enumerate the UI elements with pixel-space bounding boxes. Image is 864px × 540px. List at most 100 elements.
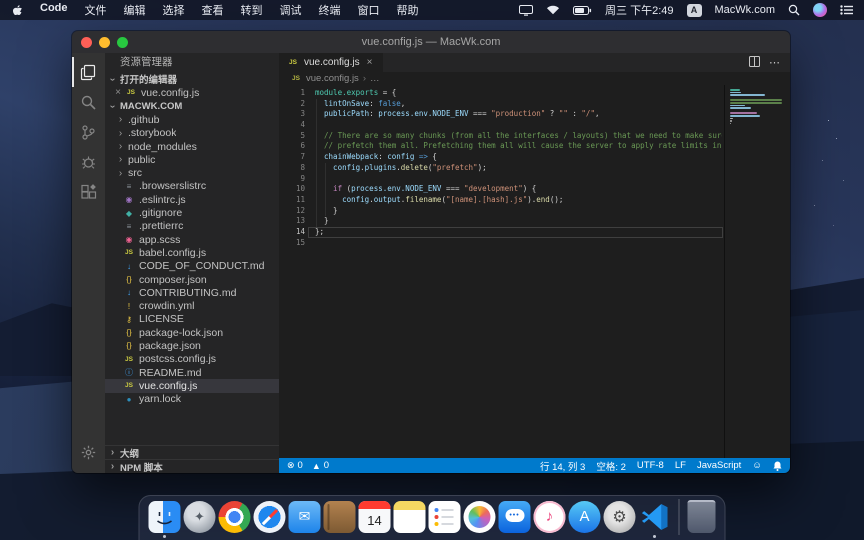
- window-titlebar[interactable]: vue.config.js — MacWk.com: [72, 31, 790, 53]
- file-yarn.lock[interactable]: ●yarn.lock: [105, 393, 279, 406]
- status-segment-0[interactable]: 行 14, 列 3: [540, 459, 585, 473]
- split-editor-icon[interactable]: [749, 54, 760, 72]
- file-.eslintrc.js[interactable]: ◉.eslintrc.js: [105, 193, 279, 206]
- file-package.json[interactable]: {}package.json: [105, 339, 279, 352]
- md-file-icon: ↓: [123, 262, 135, 271]
- siri-icon[interactable]: [813, 3, 827, 17]
- code-line-7: chainWebpack: config => {: [315, 152, 722, 163]
- dock-appstore-icon[interactable]: A: [569, 501, 601, 533]
- dock-notes-icon[interactable]: [394, 501, 426, 533]
- open-editors-section-header[interactable]: › 打开的编辑器: [105, 72, 279, 86]
- file-CODE_OF_CONDUCT.md[interactable]: ↓CODE_OF_CONDUCT.md: [105, 260, 279, 273]
- input-method-icon[interactable]: A: [687, 4, 702, 17]
- feedback-smiley-icon[interactable]: ☺: [752, 460, 762, 471]
- close-window-button[interactable]: [81, 37, 92, 48]
- npm-scripts-section-header[interactable]: › NPM 脚本: [105, 459, 279, 473]
- display-icon[interactable]: [519, 5, 533, 16]
- tab-vue-config-js[interactable]: JS vue.config.js ×: [279, 53, 383, 72]
- notification-center-icon[interactable]: [840, 5, 853, 15]
- folder-name: .storybook: [128, 127, 176, 139]
- file-app.scss[interactable]: ◉app.scss: [105, 233, 279, 246]
- file-crowdin.yml[interactable]: !crowdin.yml: [105, 299, 279, 312]
- minimize-window-button[interactable]: [99, 37, 110, 48]
- folder-src[interactable]: ›src: [105, 166, 279, 179]
- search-activity-button[interactable]: [72, 87, 105, 117]
- menu-Code[interactable]: Code: [40, 2, 68, 18]
- status-segment-1[interactable]: 空格: 2: [596, 459, 626, 473]
- file-.gitignore[interactable]: ◆.gitignore: [105, 206, 279, 219]
- folder-node_modules[interactable]: ›node_modules: [105, 140, 279, 153]
- activity-bar: [72, 53, 105, 473]
- dock-messages-icon[interactable]: [499, 501, 531, 533]
- file-.prettierrc[interactable]: ≡.prettierrc: [105, 220, 279, 233]
- close-icon[interactable]: ×: [113, 87, 123, 98]
- status-segment-3[interactable]: LF: [675, 460, 686, 471]
- breadcrumb[interactable]: JS vue.config.js › …: [279, 72, 790, 85]
- dock-reminders-icon[interactable]: [429, 501, 461, 533]
- open-editor-item[interactable]: × JS vue.config.js: [105, 86, 279, 99]
- dock-music-icon[interactable]: ♪: [534, 501, 566, 533]
- menu-编辑[interactable]: 编辑: [124, 2, 146, 18]
- menu-选择[interactable]: 选择: [163, 2, 185, 18]
- notifications-bell-icon[interactable]: [773, 461, 782, 471]
- dock-trash-icon[interactable]: [688, 500, 716, 533]
- line-numbers: 123456789101112131415: [279, 88, 305, 248]
- menu-查看[interactable]: 查看: [202, 2, 224, 18]
- file-package-lock.json[interactable]: {}package-lock.json: [105, 326, 279, 339]
- close-tab-icon[interactable]: ×: [365, 57, 375, 68]
- git-file-icon: ◆: [123, 209, 135, 218]
- dock-settings-icon[interactable]: ⚙: [604, 501, 636, 533]
- file-composer.json[interactable]: {}composer.json: [105, 273, 279, 286]
- source-control-activity-button[interactable]: [72, 117, 105, 147]
- explorer-activity-button[interactable]: [72, 57, 105, 87]
- menu-文件[interactable]: 文件: [85, 2, 107, 18]
- dock-calendar-icon[interactable]: 14: [359, 501, 391, 533]
- menu-bar-clock[interactable]: 周三 下午2:49: [605, 2, 673, 18]
- menu-帮助[interactable]: 帮助: [397, 2, 419, 18]
- file-.browserslistrc[interactable]: ≡.browserslistrc: [105, 180, 279, 193]
- file-CONTRIBUTING.md[interactable]: ↓CONTRIBUTING.md: [105, 286, 279, 299]
- dock-mail-icon[interactable]: ✉: [289, 501, 321, 533]
- minimap[interactable]: [724, 85, 790, 458]
- dock-vscode-icon[interactable]: [639, 501, 671, 533]
- more-actions-icon[interactable]: ⋯: [769, 56, 781, 69]
- dock-photos-icon[interactable]: [464, 501, 496, 533]
- dock-chrome-icon[interactable]: [219, 501, 251, 533]
- file-README.md[interactable]: ⓘREADME.md: [105, 366, 279, 379]
- file-babel.config.js[interactable]: JSbabel.config.js: [105, 246, 279, 259]
- workspace-section-header[interactable]: › MACWK.COM: [105, 99, 279, 113]
- dock-finder-icon[interactable]: [149, 501, 181, 533]
- code-editor[interactable]: 123456789101112131415 module.exports = {…: [279, 85, 790, 458]
- battery-icon[interactable]: [573, 6, 592, 15]
- zoom-window-button[interactable]: [117, 37, 128, 48]
- folder-.github[interactable]: ›.github: [105, 113, 279, 126]
- menu-窗口[interactable]: 窗口: [358, 2, 380, 18]
- status-segment-4[interactable]: JavaScript: [697, 460, 741, 471]
- wifi-icon[interactable]: [546, 5, 560, 15]
- folder-.storybook[interactable]: ›.storybook: [105, 127, 279, 140]
- problems-warnings[interactable]: ▲0: [312, 460, 329, 471]
- problems-errors[interactable]: ⊗0: [287, 460, 303, 471]
- file-vue.config.js[interactable]: JSvue.config.js: [105, 379, 279, 392]
- dock-contacts-icon[interactable]: [324, 501, 356, 533]
- debug-activity-button[interactable]: [72, 147, 105, 177]
- js-file-icon: JS: [125, 89, 137, 96]
- settings-gear-button[interactable]: [72, 437, 105, 467]
- folder-public[interactable]: ›public: [105, 153, 279, 166]
- dock-launchpad-icon[interactable]: ✦: [184, 501, 216, 533]
- dock-safari-icon[interactable]: [254, 501, 286, 533]
- menu-调试[interactable]: 调试: [280, 2, 302, 18]
- extensions-activity-button[interactable]: [72, 177, 105, 207]
- code-line-8: config.plugins.delete("prefetch");: [315, 163, 722, 174]
- code-lines: module.exports = { lintOnSave: false, pu…: [315, 88, 722, 248]
- menu-终端[interactable]: 终端: [319, 2, 341, 18]
- file-LICENSE[interactable]: ⚷LICENSE: [105, 313, 279, 326]
- apple-icon[interactable]: [11, 4, 23, 17]
- file-postcss.config.js[interactable]: JSpostcss.config.js: [105, 353, 279, 366]
- status-segment-2[interactable]: UTF-8: [637, 460, 664, 471]
- menu-bar-status: 周三 下午2:49 A MacWk.com: [519, 2, 853, 18]
- spotlight-search-icon[interactable]: [788, 4, 800, 16]
- outline-section-header[interactable]: › 大纲: [105, 445, 279, 459]
- menu-bar-brand[interactable]: MacWk.com: [715, 4, 776, 16]
- menu-转到[interactable]: 转到: [241, 2, 263, 18]
